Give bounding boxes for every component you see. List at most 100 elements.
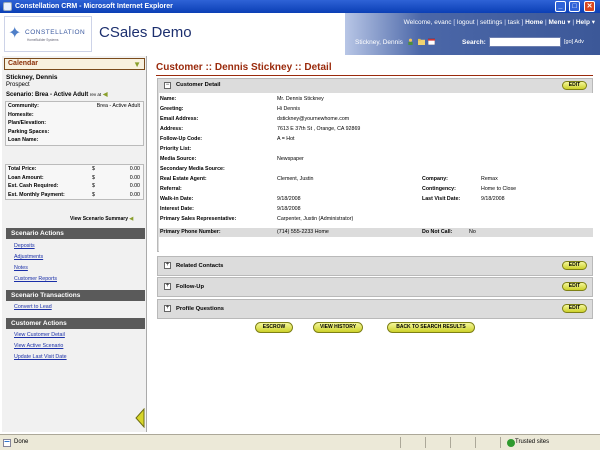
field-label: Email Address:	[160, 116, 199, 122]
phone-value: (714) 555-2233 Home	[277, 229, 329, 235]
logout-link[interactable]: logout	[457, 19, 475, 26]
follow-up-panel: + Follow-Up EDIT	[157, 277, 593, 297]
field-label: Primary Phone Number:	[160, 229, 221, 235]
folder-icon[interactable]	[417, 38, 425, 45]
sidebar: Calendar ▼ Stickney, Dennis Prospect Sce…	[2, 56, 147, 432]
expand-plus-icon[interactable]: +	[164, 283, 171, 290]
edit-related-contacts-button[interactable]: EDIT	[562, 261, 587, 270]
expand-plus-icon[interactable]: +	[164, 305, 171, 312]
welcome-bar: Welcome, evanc [ logout | settings | tas…	[403, 19, 595, 26]
field-label: Last Visit Date:	[422, 196, 461, 202]
scenario-revat-link[interactable]: rev at	[90, 92, 101, 97]
price-row: Loan Amount: $0.00	[8, 174, 140, 181]
field-value: 9/18/2008	[277, 196, 301, 202]
field-value: Remax	[481, 176, 498, 182]
field-label: Secondary Media Source:	[160, 166, 225, 172]
field-label: Address:	[160, 126, 183, 132]
field-value: A = Hot	[277, 136, 295, 142]
field-label: Name:	[160, 96, 177, 102]
back-to-search-results-button[interactable]: BACK TO SEARCH RESULTS	[387, 322, 475, 333]
follow-up-header[interactable]: + Follow-Up EDIT	[158, 278, 592, 296]
expand-plus-icon[interactable]: +	[164, 262, 171, 269]
field-value: Mr. Dennis Stickney	[277, 96, 324, 102]
calendar-dropdown[interactable]: Calendar ▼	[4, 58, 145, 70]
edit-profile-questions-button[interactable]: EDIT	[562, 304, 587, 313]
go-button[interactable]: [go]	[564, 39, 573, 45]
price-row: Est. Monthly Payment: $0.00	[8, 191, 140, 198]
field-label: Do Not Call:	[422, 229, 453, 235]
maximize-icon[interactable]: □	[569, 1, 580, 12]
advanced-search-link[interactable]: Adv	[574, 39, 583, 45]
title-divider	[156, 75, 593, 76]
security-zone: Trusted sites	[515, 439, 550, 445]
customer-detail-header[interactable]: − Customer Detail EDIT	[158, 79, 592, 92]
customer-actions-header: Customer Actions	[6, 318, 145, 329]
search-label: Search:	[462, 39, 486, 46]
summary-arrow-icon[interactable]: ◀	[129, 216, 133, 222]
view-scenario-summary-link[interactable]: View Scenario Summary ◀	[70, 216, 133, 222]
field-label: Contingency:	[422, 186, 456, 192]
customer-detail-body: Name: Mr. Dennis Stickney Greeting: Hi D…	[159, 93, 593, 252]
convert-to-lead-link[interactable]: Convert to Lead	[14, 304, 52, 310]
scenario-info-table: Community: Brea - Active Adult Homesite: …	[5, 101, 144, 146]
customer-reports-link[interactable]: Customer Reports	[14, 276, 57, 282]
email-value[interactable]: dstickney@yournewhome.com	[277, 116, 349, 122]
close-icon[interactable]: ✕	[584, 1, 595, 12]
scenario-arrow-icon[interactable]: ◀	[103, 92, 108, 98]
menu-link[interactable]: Menu	[548, 19, 565, 26]
field-label: Greeting:	[160, 106, 184, 112]
home-link[interactable]: Home	[525, 19, 543, 26]
update-last-visit-link[interactable]: Update Last Visit Date	[14, 354, 67, 360]
related-contacts-header[interactable]: + Related Contacts EDIT	[158, 257, 592, 275]
field-label: Priority List:	[160, 146, 192, 152]
dropdown-arrow-icon[interactable]: ▼	[133, 61, 141, 69]
help-chevron-icon[interactable]: ▾	[590, 19, 595, 26]
task-link[interactable]: task	[508, 19, 520, 26]
app-header: ✦ CONSTELLATION HomeBuilder Systems CSal…	[0, 13, 600, 55]
trusted-sites-icon	[507, 439, 515, 447]
welcome-text: Welcome, evanc	[403, 19, 452, 26]
field-label: Interest Date:	[160, 206, 194, 212]
search-input[interactable]	[489, 37, 561, 47]
window-title: Constellation CRM - Microsoft Internet E…	[15, 3, 173, 10]
view-customer-detail-link[interactable]: View Customer Detail	[14, 332, 65, 338]
field-value: 9/18/2008	[277, 206, 301, 212]
field-value: 9/18/2008	[481, 196, 505, 202]
related-contacts-panel: + Related Contacts EDIT	[157, 256, 593, 276]
view-history-button[interactable]: VIEW HISTORY	[313, 322, 363, 333]
escrow-button[interactable]: ESCROW	[255, 322, 293, 333]
ie-icon	[3, 2, 12, 11]
person-icon[interactable]	[407, 38, 414, 45]
field-label: Primary Sales Representative:	[160, 216, 237, 222]
constellation-logo[interactable]: ✦ CONSTELLATION HomeBuilder Systems	[4, 16, 92, 52]
profile-questions-header[interactable]: + Profile Questions EDIT	[158, 300, 592, 318]
adjustments-link[interactable]: Adjustments	[14, 254, 43, 260]
window-titlebar: Constellation CRM - Microsoft Internet E…	[0, 0, 600, 13]
minimize-icon[interactable]: _	[555, 1, 566, 12]
info-row: Loan Name:	[8, 137, 39, 143]
field-value: Home to Close	[481, 186, 517, 192]
edit-customer-button[interactable]: EDIT	[562, 81, 587, 90]
deposits-link[interactable]: Deposits	[14, 243, 35, 249]
profile-questions-panel: + Profile Questions EDIT	[157, 299, 593, 319]
customer-name[interactable]: Stickney, Dennis	[355, 39, 403, 46]
view-active-scenario-link[interactable]: View Active Scenario	[14, 343, 63, 349]
notes-link[interactable]: Notes	[14, 265, 28, 271]
browser-statusbar: Done Trusted sites	[0, 434, 600, 450]
calendar-label: Calendar	[8, 60, 38, 67]
collapse-sidebar-icon[interactable]	[135, 408, 145, 428]
settings-link[interactable]: settings	[480, 19, 502, 26]
collapse-minus-icon[interactable]: −	[164, 82, 171, 89]
field-value: No	[469, 229, 476, 235]
app-title: CSales Demo	[99, 24, 192, 41]
logo-star-icon: ✦	[8, 25, 22, 42]
edit-follow-up-button[interactable]: EDIT	[562, 282, 587, 291]
scenario-actions-header: Scenario Actions	[6, 228, 145, 239]
field-value: Clement, Justin	[277, 176, 314, 182]
field-label: Referral:	[160, 186, 182, 192]
field-label: Walk-in Date:	[160, 196, 194, 202]
help-link[interactable]: Help	[576, 19, 590, 26]
field-value: 7613 E 37th St , Orange, CA 92869	[277, 126, 361, 132]
calendar-icon[interactable]	[428, 38, 436, 45]
main-content: Customer :: Dennis Stickney :: Detail − …	[149, 56, 598, 432]
